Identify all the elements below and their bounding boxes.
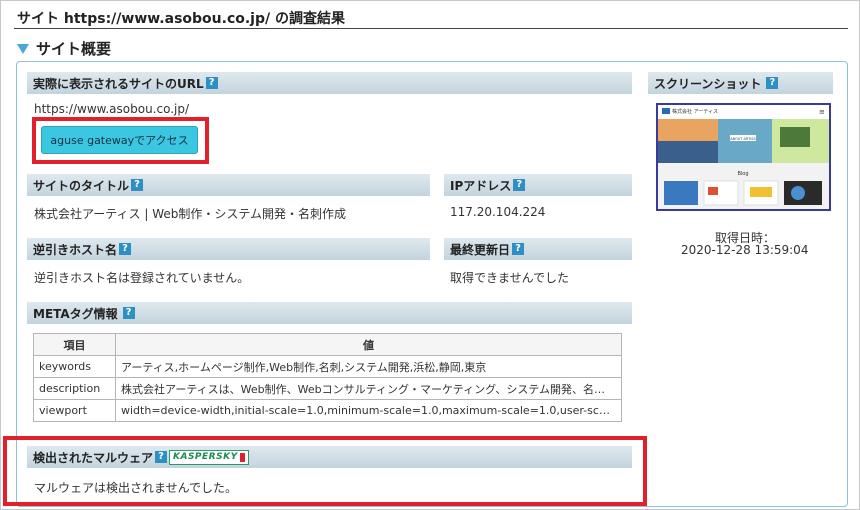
screenshot-image: 株式会社 アーティス ≡ ABOUT ARTISS Blog [658,105,829,209]
thumb-hero-caption: ABOUT ARTISS [730,137,756,141]
help-icon[interactable]: ? [205,77,218,89]
meta-table: 項目 値 keywords アーティス,ホームページ制作,Web制作,名刺,シス… [33,333,622,422]
meta-key: keywords [33,355,116,378]
help-icon[interactable]: ? [131,179,144,191]
screenshot-header: スクリーンショット ? [648,72,833,94]
page-title: サイト https://www.asobou.co.jp/ の調査結果 [17,11,345,27]
thumb-blog-heading: Blog [737,171,748,177]
title-divider [14,28,848,29]
table-row: keywords アーティス,ホームページ制作,Web制作,名刺,システム開発,… [33,355,622,378]
section-heading[interactable]: サイト概要 [17,38,111,59]
site-screenshot-thumbnail[interactable]: 株式会社 アーティス ≡ ABOUT ARTISS Blog [656,103,831,211]
help-icon[interactable]: ? [513,179,526,191]
screenshot-label: スクリーンショット [654,76,762,91]
meta-value: width=device-width,initial-scale=1.0,min… [115,399,622,422]
meta-value: アーティス,ホームページ制作,Web制作,名刺,システム開発,浜松,静岡,東京 [115,355,622,378]
site-title-label: サイトのタイトル [33,178,130,193]
reverse-host-value: 逆引きホスト名は登録されていません。 [34,271,250,285]
url-section-label: 実際に表示されるサイトのURL [33,76,204,91]
capture-date-value: 2020-12-28 13:59:04 [681,243,809,257]
ip-label: IPアドレス [450,178,512,193]
meta-header: METAタグ情報 ? [27,302,632,324]
column-header-value: 値 [115,333,622,356]
table-row: viewport width=device-width,initial-scal… [33,399,622,422]
meta-label: METAタグ情報 [33,306,118,321]
triangle-down-icon [17,43,29,54]
actual-url: https://www.asobou.co.jp/ [34,102,190,116]
help-icon[interactable]: ? [122,307,135,319]
table-header-row: 項目 値 [33,333,622,356]
meta-key: description [33,377,116,400]
table-row: description 株式会社アーティスは、Web制作、Webコンサルティング… [33,377,622,400]
thumb-brand: 株式会社 アーティス [672,108,718,115]
highlight-box-malware [3,436,647,506]
ip-value: 117.20.104.224 [450,205,546,219]
section-title: サイト概要 [36,40,112,58]
ip-header: IPアドレス ? [444,174,632,196]
column-header-key: 項目 [33,333,116,356]
meta-key: viewport [33,399,116,422]
last-updated-label: 最終更新日 [450,242,511,257]
reverse-host-header: 逆引きホスト名 ? [27,238,430,260]
reverse-host-label: 逆引きホスト名 [33,242,118,257]
last-updated-value: 取得できませんでした [450,271,570,285]
thumb-menu-icon: ≡ [819,108,825,116]
meta-value: 株式会社アーティスは、Web制作、Webコンサルティング・マーケティング、システ… [115,377,622,400]
site-title-value: 株式会社アーティス | Web制作・システム開発・名刺作成 [34,207,347,221]
help-icon[interactable]: ? [119,243,132,255]
last-updated-header: 最終更新日 ? [444,238,632,260]
site-title-header: サイトのタイトル ? [27,174,430,196]
help-icon[interactable]: ? [766,77,779,89]
help-icon[interactable]: ? [512,243,525,255]
highlight-box-gateway [32,117,209,164]
url-section-header: 実際に表示されるサイトのURL ? [27,72,632,94]
